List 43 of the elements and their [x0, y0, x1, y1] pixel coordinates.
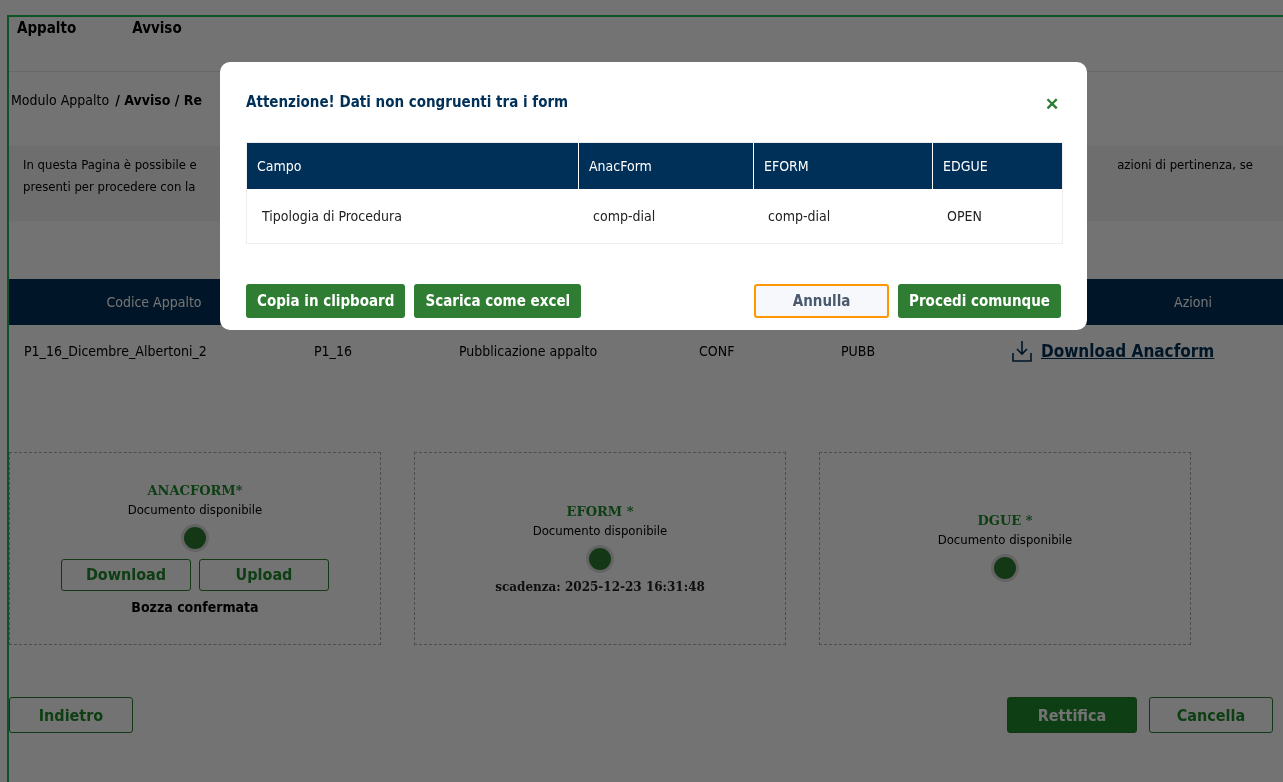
table-cell-text: P1_16 — [314, 343, 353, 359]
info-text: azioni di pertinenza, se — [1117, 156, 1253, 174]
status-dot-icon — [589, 547, 611, 570]
card-title: EFORM * — [566, 503, 634, 519]
card-note: Bozza confermata — [131, 598, 259, 615]
footer-button[interactable]: Rettifica — [1007, 697, 1137, 733]
info-text: presenti per procedere con la — [23, 178, 197, 196]
card-button[interactable]: Upload — [199, 558, 329, 591]
card-title: ANACFORM* — [147, 482, 243, 498]
table-cell-text: Tipologia di Procedura — [261, 207, 403, 226]
action-button[interactable]: Copia in clipboard — [246, 284, 406, 318]
table-cell-text: comp-dial — [592, 207, 657, 226]
nav-tab[interactable]: Avviso — [132, 19, 182, 71]
download-link[interactable]: Download Anacform — [1011, 339, 1283, 363]
breadcrumb-current: / Avviso / Re — [115, 92, 202, 110]
close-button[interactable]: ✕ — [1043, 95, 1061, 115]
card-button[interactable]: Download — [61, 558, 191, 591]
download-icon — [1011, 339, 1033, 363]
back-button[interactable]: Indietro — [9, 697, 133, 733]
status-dot-icon — [184, 526, 206, 549]
column-header: Azioni — [1174, 294, 1212, 310]
nav-tab[interactable]: Appalto — [17, 19, 77, 71]
card-title: DGUE * — [977, 512, 1033, 528]
table-cell-text: OPEN — [946, 207, 983, 226]
column-header: Campo — [256, 157, 303, 176]
info-text: In questa Pagina è possibile e — [23, 156, 197, 174]
table-cell-text: CONF — [699, 343, 736, 359]
card-status: Documento disponibile — [937, 531, 1073, 547]
column-header: Codice Appalto — [106, 294, 202, 310]
card-status: Documento disponibile — [127, 501, 263, 517]
footer-button[interactable]: Cancella — [1149, 697, 1273, 733]
table-cell-text: P1_16_Dicembre_Albertoni_2 — [24, 343, 208, 359]
table-cell-text: PUBB — [841, 343, 877, 359]
table-cell-text: comp-dial — [767, 207, 832, 226]
table-cell-text: Pubblicazione appalto — [459, 343, 599, 359]
status-dot-icon — [994, 556, 1016, 579]
breadcrumb-link[interactable]: Modulo Appalto — [11, 92, 110, 130]
action-button[interactable]: Procedi comunque — [898, 284, 1061, 318]
deadline-text: scadenza: 2025-12-23 16:31:48 — [495, 579, 705, 594]
card-status: Documento disponibile — [532, 522, 668, 538]
action-button[interactable]: Scarica come excel — [414, 284, 582, 318]
modal-title: Attenzione! Dati non congruenti tra i form — [246, 93, 569, 111]
cancel-button[interactable]: Annulla — [754, 284, 890, 318]
